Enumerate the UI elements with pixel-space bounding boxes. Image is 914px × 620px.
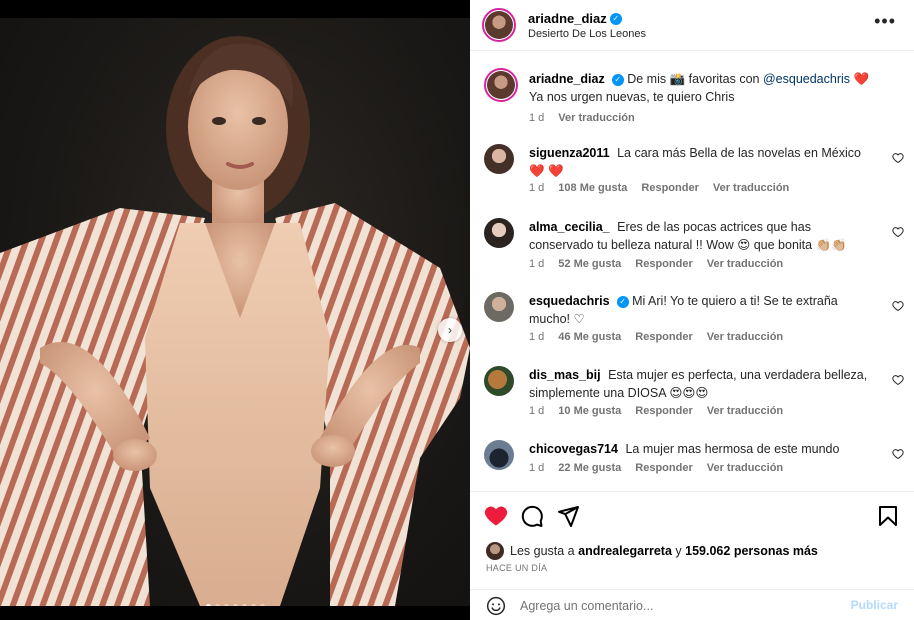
send-icon[interactable] <box>556 504 580 528</box>
carousel-next-button[interactable]: › <box>438 318 462 342</box>
caption-line2: Ya nos urgen nuevas, te quiero Chris <box>529 90 735 104</box>
comment-username[interactable]: alma_cecilia_ <box>529 220 610 234</box>
reply-link[interactable]: Responder <box>641 182 698 194</box>
chevron-right-icon: › <box>448 323 452 337</box>
comment-username[interactable]: esquedachris <box>529 294 610 308</box>
carousel-dot <box>223 604 229 606</box>
comment-likes[interactable]: 108 Me gusta <box>558 182 627 194</box>
author-avatar[interactable] <box>482 8 516 42</box>
post-timestamp[interactable]: HACE UN DÍA <box>486 563 547 573</box>
post-actions: Les gusta a andrealegarreta y 159.062 pe… <box>470 491 914 620</box>
translate-link[interactable]: Ver traducción <box>707 462 783 474</box>
comment-likes[interactable]: 46 Me gusta <box>558 331 621 343</box>
comment-body: esquedachris ✓ Mi Ari! Yo te quiero a ti!… <box>529 292 874 328</box>
comment-username[interactable]: chicovegas714 <box>529 442 618 456</box>
comment-age[interactable]: 1 d <box>529 182 544 194</box>
author-name-row: ariadne_diaz ✓ <box>528 10 622 28</box>
carousel-dot <box>250 604 256 606</box>
add-comment-bar: Publicar <box>470 589 914 620</box>
avatar[interactable] <box>484 144 514 174</box>
post-header: ariadne_diaz ✓ Desierto De Los Leones ••• <box>470 0 914 51</box>
translate-link[interactable]: Ver traducción <box>707 331 783 343</box>
comment-username[interactable]: dis_mas_bij <box>529 368 601 382</box>
comment-age[interactable]: 1 d <box>529 405 544 417</box>
emoji-icon[interactable] <box>486 596 506 616</box>
post-media-pane: › <box>0 0 470 620</box>
comment-meta: 1 d 10 Me gusta Responder Ver traducción <box>529 405 783 417</box>
caption-heart: ❤️ <box>853 72 870 86</box>
publish-button[interactable]: Publicar <box>851 598 898 612</box>
caption-age[interactable]: 1 d <box>529 112 544 124</box>
comment-meta: 1 d 108 Me gusta Responder Ver traducció… <box>529 182 789 194</box>
comment-age[interactable]: 1 d <box>529 258 544 270</box>
caption-text: ariadne_diaz ✓ De mis 📸 favoritas con @es… <box>529 70 874 106</box>
carousel-dot <box>214 604 220 606</box>
verified-badge-icon: ✓ <box>609 12 622 25</box>
heart-outline-icon[interactable] <box>892 448 904 460</box>
avatar[interactable] <box>484 218 514 248</box>
comment-body: siguenza2011 La cara más Bella de las no… <box>529 144 874 180</box>
comment-meta: 1 d 52 Me gusta Responder Ver traducción <box>529 258 783 270</box>
comment-likes[interactable]: 22 Me gusta <box>558 462 621 474</box>
carousel-dot <box>259 604 265 606</box>
verified-badge-icon: ✓ <box>616 295 629 308</box>
comment-input[interactable] <box>520 596 840 616</box>
comment-likes[interactable]: 10 Me gusta <box>558 405 621 417</box>
comment-text: La mujer mas hermosa de este mundo <box>625 442 840 456</box>
translate-link[interactable]: Ver traducción <box>707 258 783 270</box>
carousel-dot <box>205 604 211 606</box>
avatar[interactable] <box>484 440 514 470</box>
likes-summary[interactable]: Les gusta a andrealegarreta y 159.062 pe… <box>486 542 818 560</box>
avatar[interactable] <box>484 366 514 396</box>
comment-body: dis_mas_bij Esta mujer es perfecta, una … <box>529 366 874 402</box>
post-location[interactable]: Desierto De Los Leones <box>528 28 646 40</box>
comment-meta: 1 d 46 Me gusta Responder Ver traducción <box>529 331 783 343</box>
avatar <box>485 11 513 39</box>
comment-age[interactable]: 1 d <box>529 462 544 474</box>
likes-prefix: Les gusta a <box>510 544 575 558</box>
translate-link[interactable]: Ver traducción <box>713 182 789 194</box>
caption-mention[interactable]: @esquedachris <box>763 72 850 86</box>
likes-user[interactable]: andrealegarreta <box>578 544 672 558</box>
translate-link[interactable]: Ver traducción <box>707 405 783 417</box>
avatar <box>486 542 504 560</box>
bookmark-icon[interactable] <box>876 504 900 528</box>
carousel-dot <box>232 604 238 606</box>
reply-link[interactable]: Responder <box>635 331 692 343</box>
author-username[interactable]: ariadne_diaz <box>528 11 607 26</box>
verified-badge-icon: ✓ <box>611 73 624 86</box>
heart-outline-icon[interactable] <box>892 374 904 386</box>
comment-body: alma_cecilia_ Eres de las pocas actrices… <box>529 218 874 254</box>
post-caption: ariadne_diaz ✓ De mis 📸 favoritas con @es… <box>484 68 904 128</box>
comment-body: chicovegas714 La mujer mas hermosa de es… <box>529 440 874 458</box>
likes-count[interactable]: 159.062 personas más <box>685 544 818 558</box>
post-photo[interactable]: › <box>0 18 470 606</box>
caption-translate-link[interactable]: Ver traducción <box>558 112 634 124</box>
post-details-pane: ariadne_diaz ✓ Desierto De Los Leones •••… <box>470 0 914 620</box>
avatar[interactable] <box>484 292 514 322</box>
carousel-dot <box>241 604 247 606</box>
heart-filled-icon[interactable] <box>484 504 508 528</box>
caption-avatar[interactable] <box>484 68 518 102</box>
comments-section: ariadne_diaz ✓ De mis 📸 favoritas con @es… <box>470 52 914 490</box>
comment-likes[interactable]: 52 Me gusta <box>558 258 621 270</box>
more-options-icon[interactable]: ••• <box>874 12 896 30</box>
caption-username[interactable]: ariadne_diaz <box>529 72 605 86</box>
comment-icon[interactable] <box>520 504 544 528</box>
heart-outline-icon[interactable] <box>892 300 904 312</box>
carousel-indicator <box>0 604 470 606</box>
heart-outline-icon[interactable] <box>892 226 904 238</box>
heart-outline-icon[interactable] <box>892 152 904 164</box>
photo-illustration <box>0 36 470 606</box>
likes-middle: y <box>675 544 682 558</box>
comment-age[interactable]: 1 d <box>529 331 544 343</box>
reply-link[interactable]: Responder <box>635 462 692 474</box>
caption-meta: 1 d Ver traducción <box>529 112 635 124</box>
comment-meta: 1 d 22 Me gusta Responder Ver traducción <box>529 462 783 474</box>
avatar <box>487 71 515 99</box>
comment-username[interactable]: siguenza2011 <box>529 146 610 160</box>
reply-link[interactable]: Responder <box>635 405 692 417</box>
caption-text-part1: De mis 📸 favoritas con <box>627 72 760 86</box>
reply-link[interactable]: Responder <box>635 258 692 270</box>
